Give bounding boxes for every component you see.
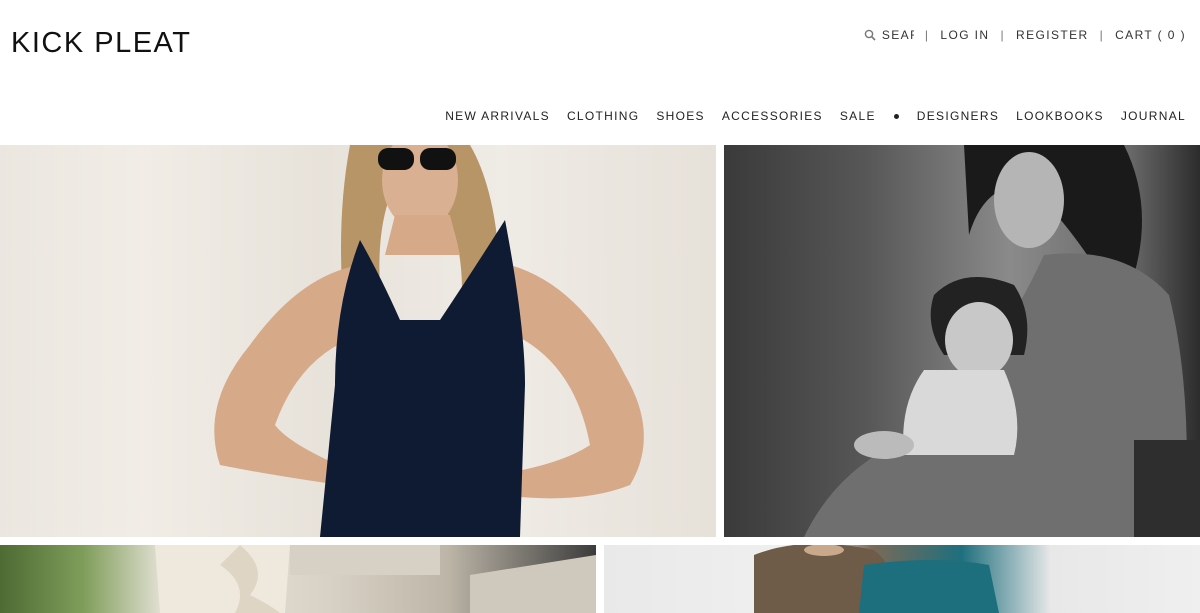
- search-icon[interactable]: [864, 29, 876, 41]
- lookbook-image-hair-teal-top[interactable]: [604, 545, 1200, 613]
- utility-nav: | LOG IN | REGISTER | CART ( 0 ): [864, 28, 1186, 42]
- login-link[interactable]: LOG IN: [940, 28, 989, 42]
- garden-outfit-illustration: [155, 545, 596, 613]
- separator: |: [1099, 28, 1105, 42]
- search-input[interactable]: [881, 28, 914, 42]
- nav-designers[interactable]: DESIGNERS: [917, 109, 999, 123]
- nav-lookbooks[interactable]: LOOKBOOKS: [1016, 109, 1104, 123]
- nav-journal[interactable]: JOURNAL: [1121, 109, 1186, 123]
- separator: |: [924, 28, 930, 42]
- nav-sale[interactable]: SALE: [840, 109, 876, 123]
- lookbook-image-garden-outfit[interactable]: [0, 545, 596, 613]
- register-link[interactable]: REGISTER: [1016, 28, 1089, 42]
- nav-accessories[interactable]: ACCESSORIES: [722, 109, 823, 123]
- main-nav: NEW ARRIVALS CLOTHING SHOES ACCESSORIES …: [428, 109, 1186, 123]
- mother-daughter-illustration: [804, 145, 1200, 537]
- hair-teal-top-illustration: [754, 545, 999, 613]
- nav-clothing[interactable]: CLOTHING: [567, 109, 639, 123]
- nav-new-arrivals[interactable]: NEW ARRIVALS: [445, 109, 550, 123]
- hero-image-woman-navy-tank[interactable]: [0, 145, 716, 537]
- separator: |: [1000, 28, 1006, 42]
- site-logo[interactable]: KICK PLEAT: [11, 27, 191, 60]
- hero-image-mother-daughter[interactable]: [724, 145, 1200, 537]
- nav-divider-dot: [893, 113, 899, 119]
- nav-shoes[interactable]: SHOES: [656, 109, 705, 123]
- cart-link[interactable]: CART ( 0 ): [1115, 28, 1186, 42]
- search-box[interactable]: [864, 28, 914, 42]
- woman-navy-tank-illustration: [214, 145, 644, 537]
